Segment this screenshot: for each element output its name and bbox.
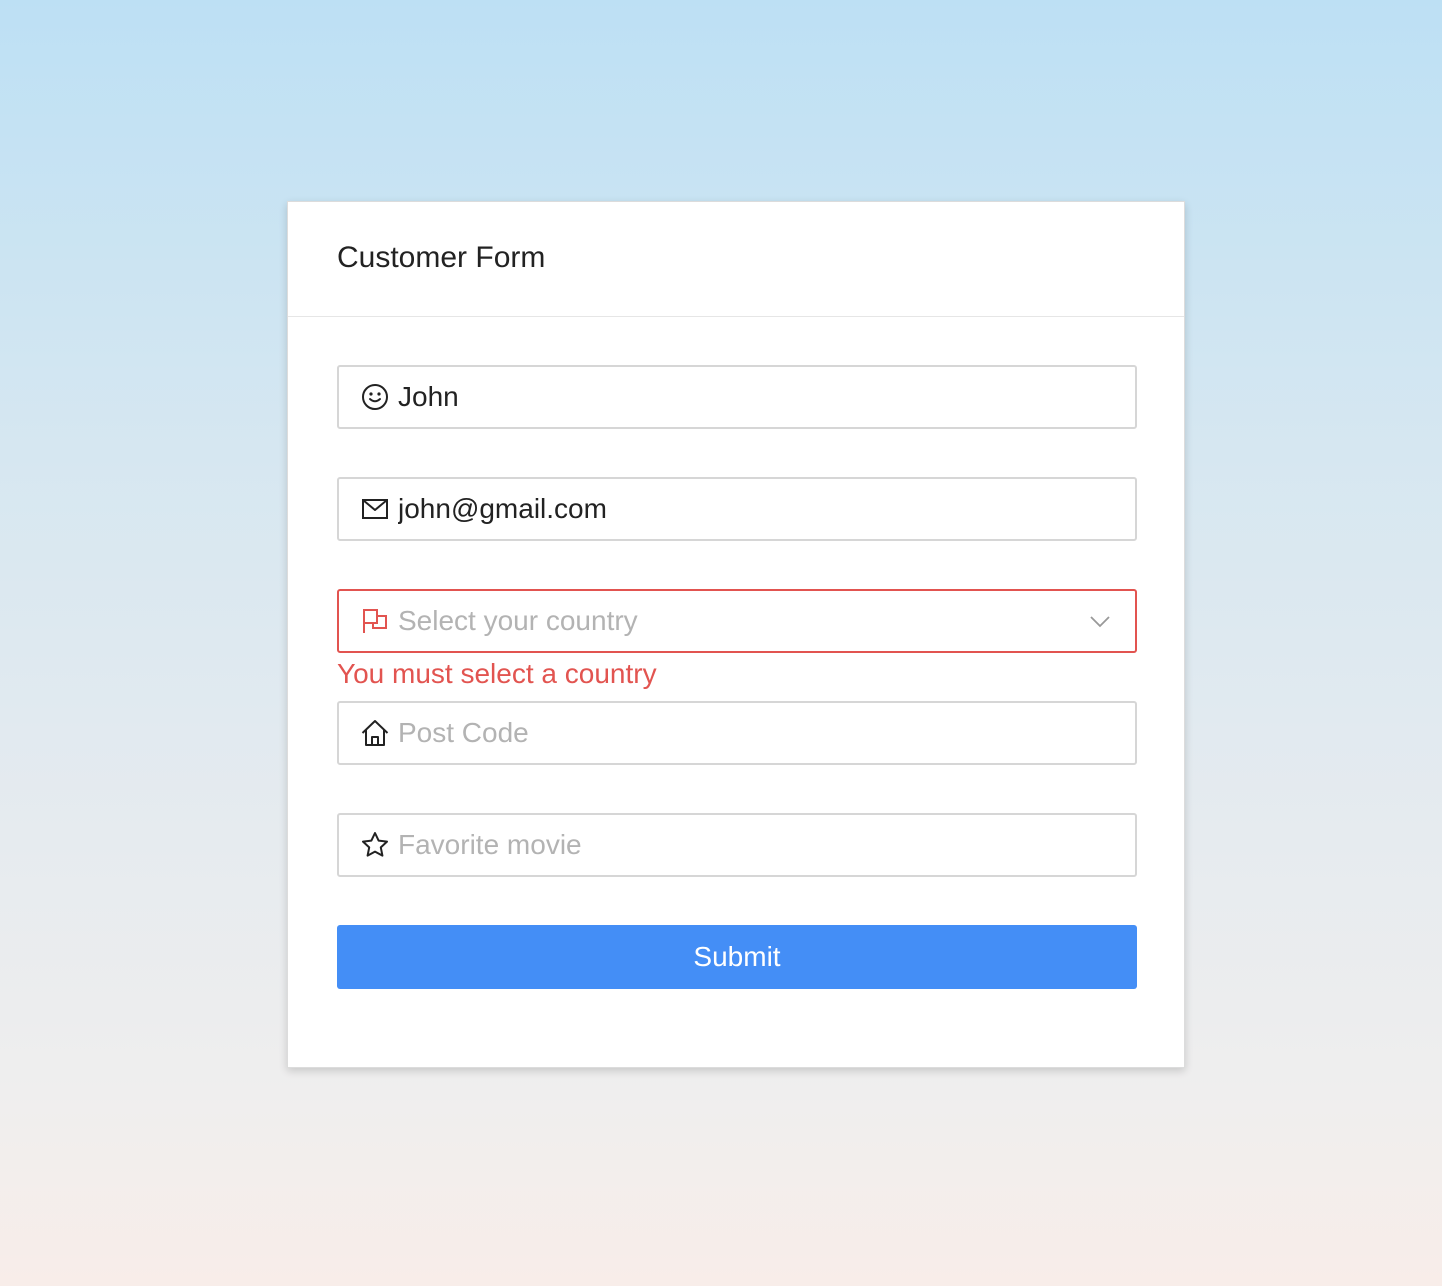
email-input[interactable] <box>398 489 1135 529</box>
star-icon <box>360 830 390 860</box>
country-select-placeholder: Select your country <box>398 605 638 636</box>
form-title: Customer Form <box>337 241 546 274</box>
postcode-field[interactable] <box>337 701 1137 765</box>
smile-icon <box>360 382 390 412</box>
mail-icon <box>360 494 390 524</box>
movie-field[interactable] <box>337 813 1137 877</box>
card-header: Customer Form <box>288 202 1184 317</box>
country-error-message: You must select a country <box>337 658 657 689</box>
postcode-input[interactable] <box>398 713 1135 753</box>
chevron-down-icon <box>1087 608 1113 634</box>
name-input[interactable] <box>398 377 1135 417</box>
country-select[interactable]: Select your country <box>337 589 1137 653</box>
customer-form-card: Customer Form John john@gmail.com Select… <box>287 201 1185 1068</box>
home-icon <box>360 718 390 748</box>
submit-button[interactable]: Submit <box>337 925 1137 989</box>
email-field[interactable] <box>337 477 1137 541</box>
name-field[interactable] <box>337 365 1137 429</box>
flag-icon <box>360 606 390 636</box>
movie-input[interactable] <box>398 825 1135 865</box>
